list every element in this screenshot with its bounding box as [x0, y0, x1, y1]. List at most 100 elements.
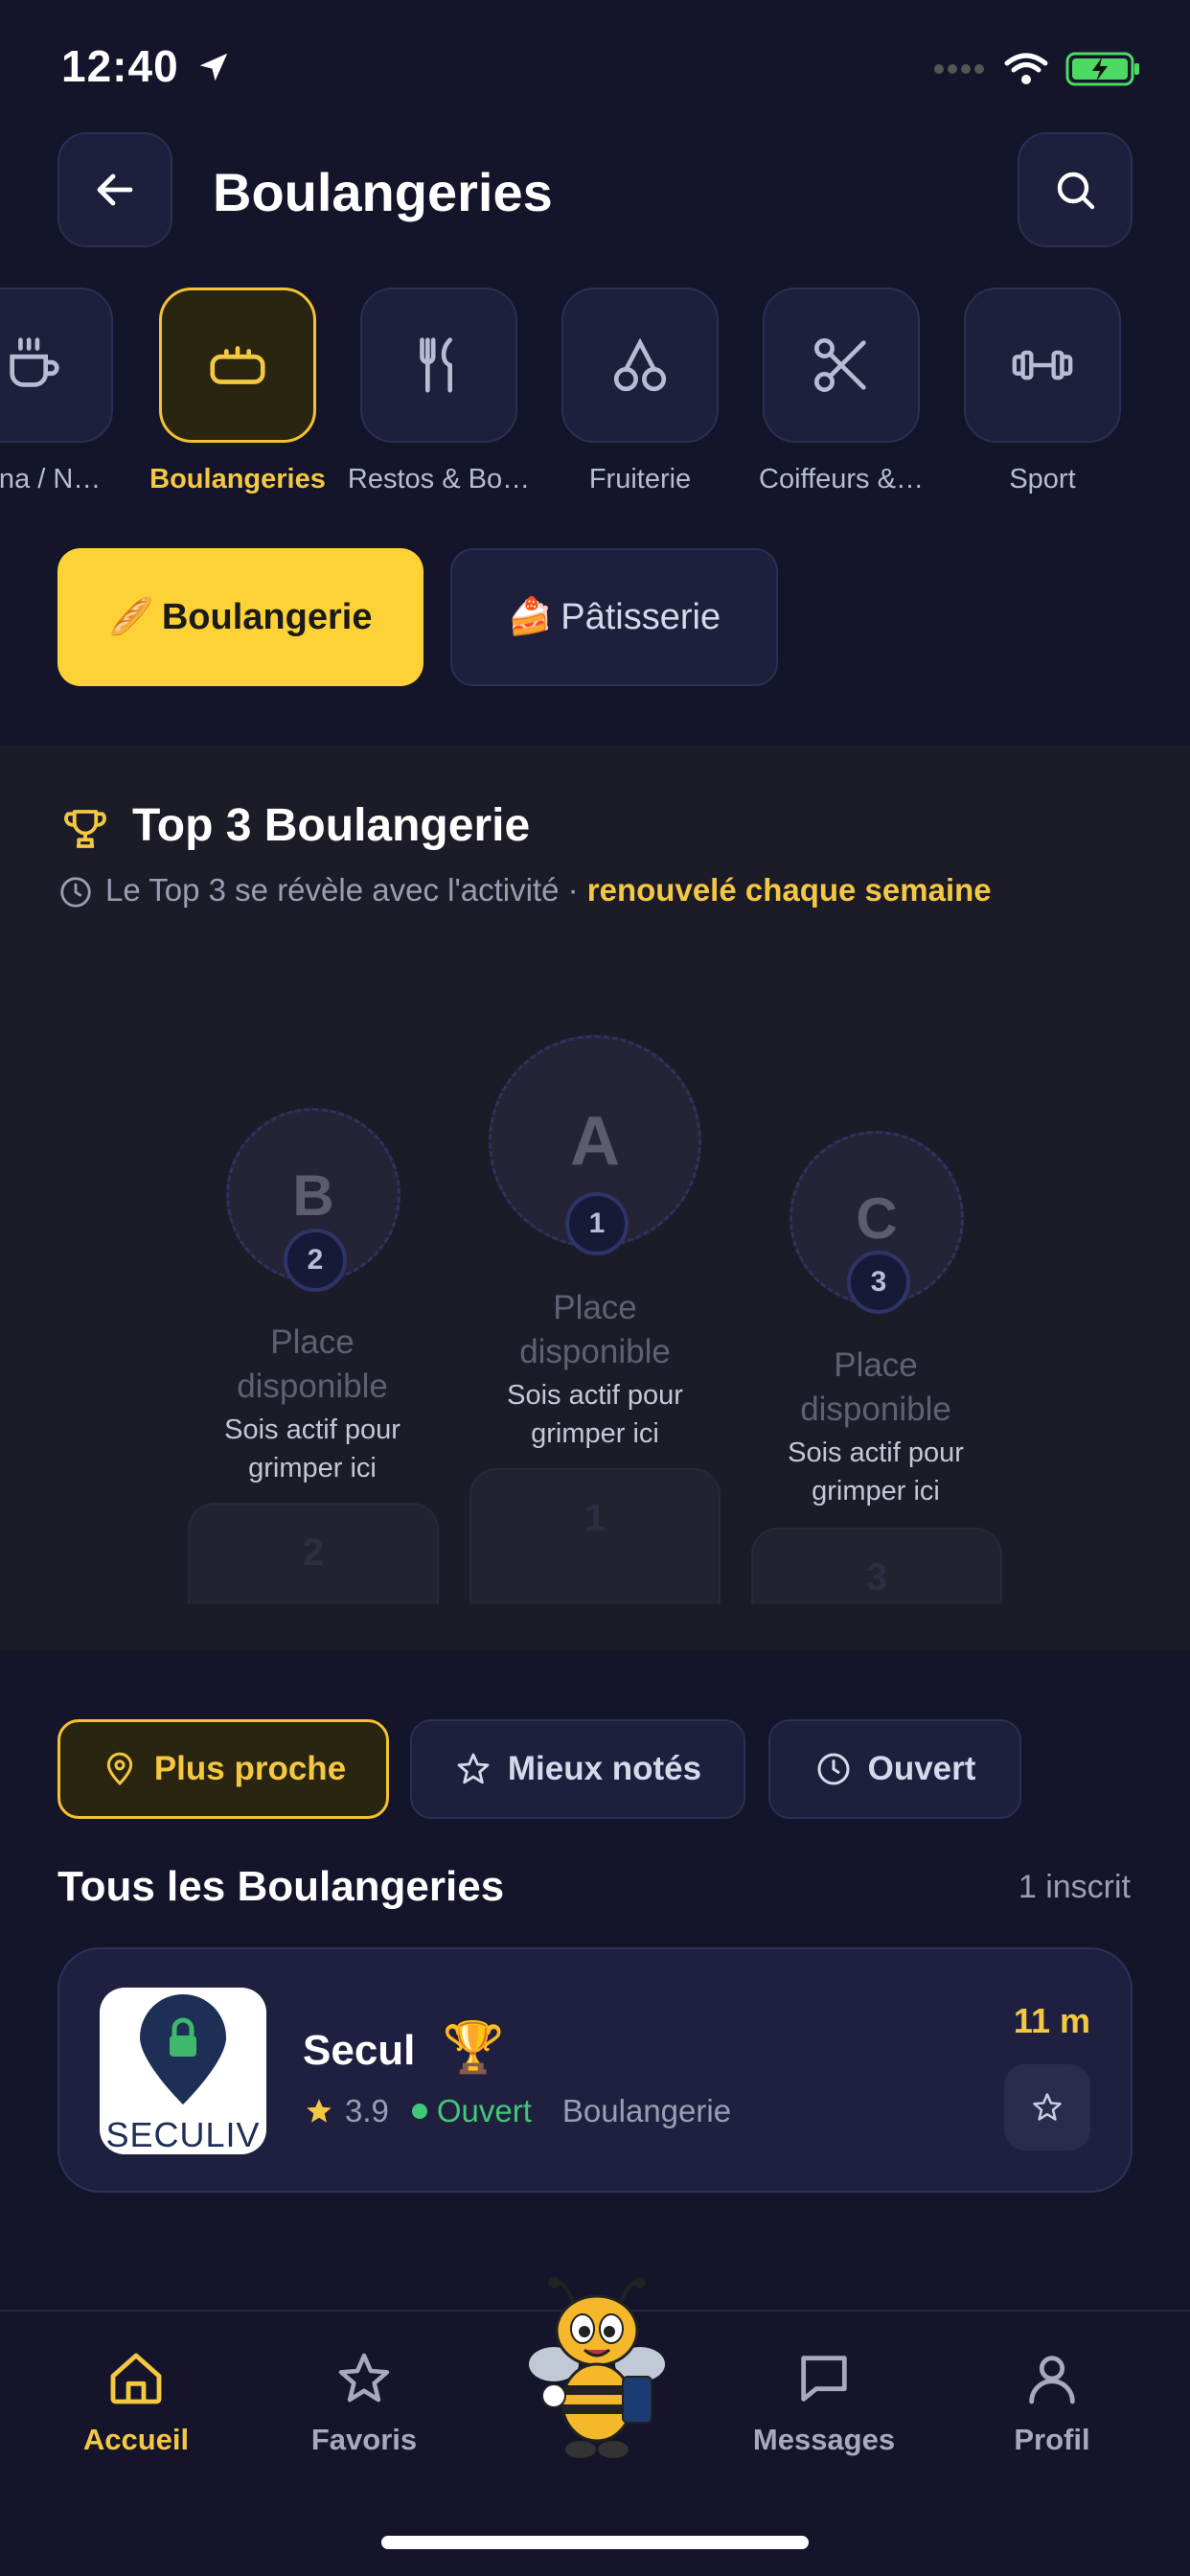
filter-label: Plus proche	[153, 1750, 347, 1787]
podium-info-1: Place disponible Sois actif pour grimper…	[461, 1286, 729, 1453]
search-button[interactable]	[1018, 132, 1133, 247]
bread-loaf-icon	[210, 346, 265, 384]
category-restos-box	[360, 288, 517, 443]
filter-label: Mieux notés	[507, 1750, 702, 1787]
open-status-dot	[411, 2104, 427, 2119]
podium-rank: 2	[307, 1244, 324, 1276]
status-indicators	[933, 50, 1142, 88]
chat-bubble-icon	[801, 2356, 847, 2402]
cellular-dots-icon	[934, 64, 984, 74]
podium-rank: 1	[588, 1208, 606, 1239]
category-fruiterie[interactable]: Fruiterie	[561, 288, 719, 494]
podium-block-label: 1	[584, 1497, 606, 1539]
filter-plus-proche[interactable]: Plus proche	[57, 1719, 389, 1819]
category-sport-box	[964, 288, 1121, 443]
podium-block-label: 2	[302, 1531, 325, 1574]
nav-favoris[interactable]: Favoris	[268, 2348, 460, 2457]
user-icon	[1029, 2356, 1075, 2404]
category-fruiterie-box	[561, 288, 719, 443]
category-coffee[interactable]: gana / N…	[0, 288, 113, 494]
podium-hint-line1: Sois actif pour	[224, 1414, 400, 1445]
podium-hint-line2: grimper ici	[531, 1418, 659, 1449]
podium-block-2: 2	[188, 1503, 439, 1604]
wifi-icon	[1004, 53, 1048, 84]
category-label: Boulangeries	[149, 464, 326, 494]
podium-rank-badge-1: 1	[565, 1192, 629, 1255]
business-status: Ouvert	[436, 2093, 532, 2128]
subcategory-label: Boulangerie	[161, 596, 373, 637]
podium-letter: B	[292, 1162, 334, 1228]
star-filled-icon	[307, 2099, 332, 2123]
trophy-badge-icon: 🏆	[442, 2020, 505, 2076]
filter-ouvert[interactable]: Ouvert	[768, 1719, 1021, 1819]
category-coiffeurs[interactable]: Coiffeurs &…	[759, 288, 924, 494]
coffee-cup-icon	[10, 337, 59, 387]
podium-place-line2: disponible	[519, 1333, 671, 1370]
subcategory-patisserie[interactable]: 🍰 Pâtisserie	[450, 548, 778, 686]
podium-info-3: Place disponible Sois actif pour grimper…	[742, 1344, 1010, 1510]
business-name-row: Secul 🏆	[303, 2018, 504, 2077]
podium-rank: 3	[870, 1266, 887, 1298]
category-label: Fruiterie	[588, 464, 692, 494]
subcategory-boulangerie[interactable]: 🥖 Boulangerie	[57, 548, 423, 686]
arrow-left-icon	[97, 173, 133, 206]
business-logo: SECULIV	[100, 1988, 266, 2154]
category-label: gana / N…	[0, 464, 102, 494]
home-icon	[110, 2353, 162, 2404]
nav-label: Accueil	[82, 2423, 190, 2456]
bee-mascot-button[interactable]	[515, 2273, 678, 2465]
podium-place-line1: Place	[834, 1346, 918, 1384]
category-boulangeries[interactable]: Boulangeries	[149, 288, 326, 494]
search-icon	[1057, 172, 1095, 210]
back-button[interactable]	[57, 132, 172, 247]
favorite-button[interactable]	[1004, 2064, 1090, 2150]
subcategory-label: Pâtisserie	[561, 596, 721, 637]
nav-label: Favoris	[310, 2423, 418, 2456]
nav-profil[interactable]: Profil	[956, 2348, 1148, 2457]
seculiv-logo-icon: SECULIV	[105, 1994, 260, 2154]
podium-letter: A	[570, 1103, 620, 1180]
podium-hint-line1: Sois actif pour	[507, 1380, 683, 1411]
home-indicator	[381, 2536, 809, 2549]
podium-place-line2: disponible	[237, 1368, 388, 1405]
podium-rank-badge-3: 3	[847, 1251, 910, 1314]
battery-icon	[1065, 52, 1139, 86]
podium-rank-badge-2: 2	[284, 1229, 347, 1292]
scissors-icon	[814, 338, 866, 392]
filter-mieux-notes[interactable]: Mieux notés	[410, 1719, 745, 1819]
business-meta: 3.9 Ouvert Boulangerie	[303, 2093, 731, 2129]
nav-label: Messages	[752, 2423, 896, 2456]
star-outline-icon	[1033, 2093, 1062, 2121]
category-sport[interactable]: Sport	[964, 288, 1121, 494]
trophy-icon	[64, 810, 106, 848]
location-arrow-icon	[200, 53, 228, 81]
nav-accueil[interactable]: Accueil	[40, 2348, 232, 2457]
business-category: Boulangerie	[561, 2093, 732, 2128]
category-restos[interactable]: Restos & Bo…	[348, 288, 530, 494]
nav-messages[interactable]: Messages	[728, 2348, 920, 2457]
business-card[interactable]: SECULIV Secul 🏆 3.9 Ouvert Boulangerie 1…	[57, 1947, 1133, 2193]
category-label: Sport	[1009, 464, 1076, 494]
category-coiffeurs-box	[763, 288, 920, 443]
podium-block-3: 3	[751, 1528, 1002, 1604]
clock-icon	[60, 877, 91, 908]
top3-subtitle-text: Le Top 3 se révèle avec l'activité ·	[105, 872, 579, 908]
podium-block-1: 1	[469, 1468, 721, 1604]
status-time: 12:40	[61, 40, 232, 92]
category-boulangeries-box	[159, 288, 316, 443]
clock-icon	[817, 1753, 850, 1785]
podium-hint-line1: Sois actif pour	[788, 1438, 964, 1468]
podium-letter: C	[856, 1185, 898, 1251]
top3-subtitle-highlight: renouvelé chaque semaine	[586, 872, 992, 908]
page-title: Boulangeries	[213, 162, 553, 222]
business-name: Secul	[303, 2027, 416, 2074]
status-time-text: 12:40	[61, 41, 179, 91]
podium-info-2: Place disponible Sois actif pour grimper…	[178, 1321, 446, 1487]
top3-title: Top 3 Boulangerie	[132, 800, 531, 851]
cherries-icon	[613, 337, 667, 392]
dumbbell-icon	[1012, 350, 1073, 380]
location-pin-icon	[106, 1752, 132, 1786]
list-count: 1 inscrit	[1018, 1869, 1131, 1905]
bee-mascot-icon	[529, 2277, 665, 2458]
category-label: Restos & Bo…	[347, 464, 531, 494]
